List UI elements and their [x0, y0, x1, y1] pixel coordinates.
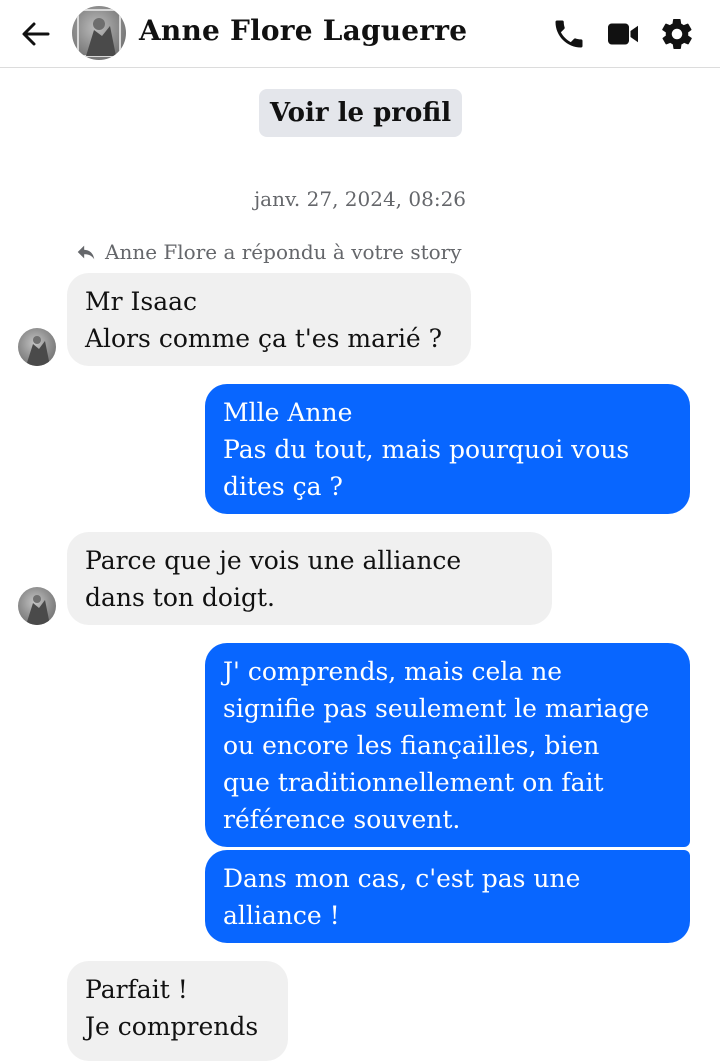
video-camera-icon[interactable]	[605, 16, 641, 52]
sender-avatar[interactable]	[18, 587, 56, 625]
contact-name[interactable]: Anne Flore Laguerre	[139, 14, 467, 47]
contact-avatar[interactable]	[72, 6, 126, 60]
sender-avatar[interactable]	[18, 328, 56, 366]
gear-icon[interactable]	[659, 16, 695, 52]
story-reply-text: Anne Flore a répondu à votre story	[105, 240, 462, 264]
incoming-message[interactable]: Parfait ! Je comprends	[67, 961, 288, 1061]
story-reply-note: Anne Flore a répondu à votre story	[75, 240, 462, 264]
phone-icon[interactable]	[551, 16, 587, 52]
message-timestamp: janv. 27, 2024, 08:26	[253, 187, 467, 211]
outgoing-message[interactable]: Dans mon cas, c'est pas une alliance !	[205, 850, 690, 943]
incoming-message[interactable]: Parce que je vois une alliance dans ton …	[67, 532, 552, 625]
outgoing-message[interactable]: J' comprends, mais cela ne signifie pas …	[205, 643, 690, 847]
back-arrow-icon[interactable]	[18, 16, 54, 52]
chat-header: Anne Flore Laguerre	[0, 0, 720, 68]
incoming-message[interactable]: Mr Isaac Alors comme ça t'es marié ?	[67, 273, 471, 366]
reply-arrow-icon	[77, 245, 95, 260]
outgoing-message[interactable]: Mlle Anne Pas du tout, mais pourquoi vou…	[205, 384, 690, 514]
view-profile-button[interactable]: Voir le profil	[259, 89, 462, 137]
